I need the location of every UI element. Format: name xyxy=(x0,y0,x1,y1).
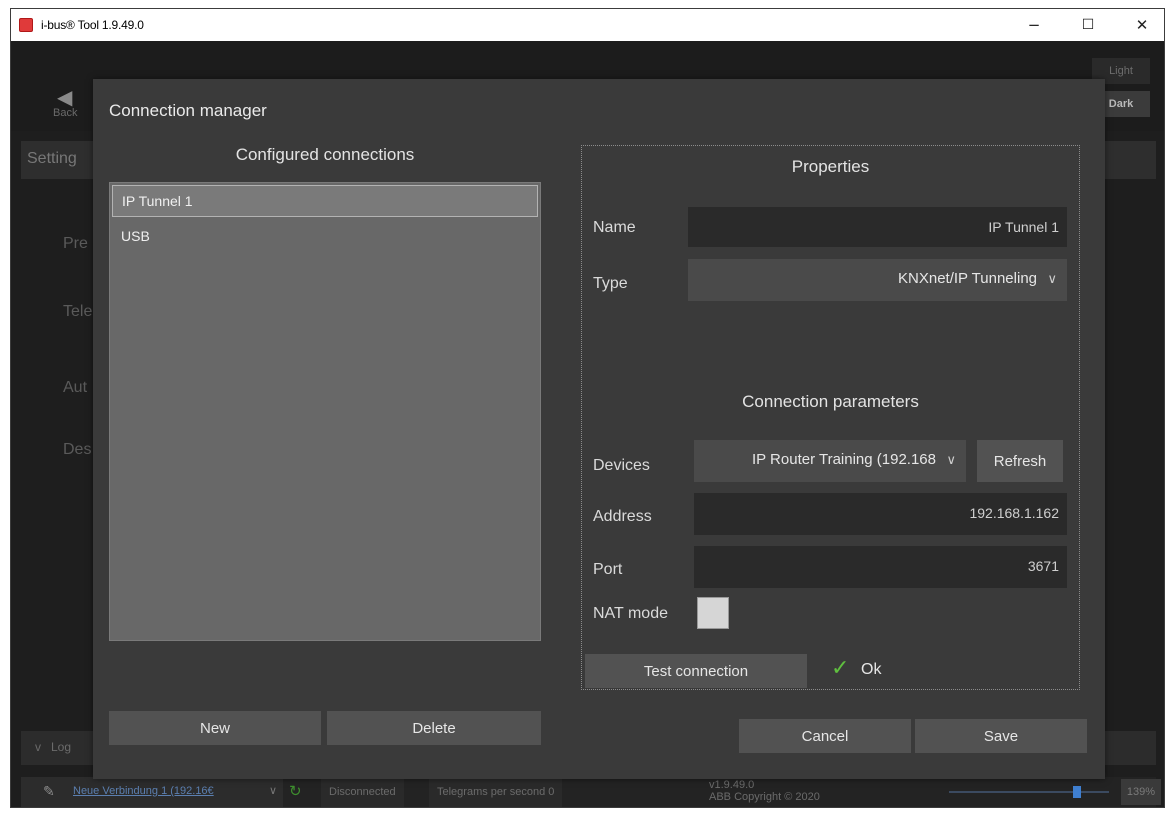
test-result-text: Ok xyxy=(861,661,882,678)
zoom-level: 139% xyxy=(1121,779,1161,805)
close-window-button[interactable]: ✕ xyxy=(1119,9,1164,41)
test-connection-button[interactable]: Test connection xyxy=(585,654,807,688)
copyright-text: ABB Copyright © 2020 xyxy=(709,791,820,803)
properties-heading: Properties xyxy=(791,157,870,176)
connection-item-ip-tunnel-1[interactable]: IP Tunnel 1 xyxy=(112,185,538,217)
refresh-devices-button[interactable]: Refresh xyxy=(977,440,1063,482)
side-item-4[interactable]: Des xyxy=(63,441,91,459)
minimize-button[interactable]: − xyxy=(1011,9,1057,41)
nat-mode-checkbox[interactable] xyxy=(697,597,729,629)
checkmark-icon: ✓ xyxy=(831,655,850,680)
devices-label: Devices xyxy=(593,457,650,474)
status-bar: ✎ Neue Verbindung 1 (192.16€ ∨ ↻ Disconn… xyxy=(21,777,1161,807)
nat-mode-label: NAT mode xyxy=(593,605,668,622)
connection-parameters-heading: Connection parameters xyxy=(742,392,919,411)
side-item-1[interactable]: Pre xyxy=(63,235,88,253)
side-item-2[interactable]: Tele xyxy=(63,303,92,321)
type-select[interactable]: KNXnet/IP Tunneling ∨ xyxy=(688,259,1067,301)
address-label: Address xyxy=(593,508,652,525)
chevron-down-icon[interactable]: ∨ xyxy=(269,784,277,797)
cancel-button[interactable]: Cancel xyxy=(739,719,911,753)
zoom-slider-thumb[interactable] xyxy=(1073,786,1081,798)
new-connection-button[interactable]: New xyxy=(109,711,321,745)
maximize-button[interactable]: ☐ xyxy=(1065,9,1111,41)
connection-item-usb[interactable]: USB xyxy=(112,221,538,253)
version-info: v1.9.49.0 ABB Copyright © 2020 xyxy=(709,779,820,803)
delete-connection-button[interactable]: Delete xyxy=(327,711,541,745)
address-field[interactable]: 192.168.1.162 xyxy=(694,493,1067,535)
log-label: v Log xyxy=(35,740,72,754)
side-item-3[interactable]: Aut xyxy=(63,379,87,397)
connection-manager-dialog: Connection manager Configured connection… xyxy=(93,79,1105,779)
chevron-down-icon: ∨ xyxy=(1047,271,1057,286)
window-title: i-bus® Tool 1.9.49.0 xyxy=(41,18,144,32)
port-label: Port xyxy=(593,561,623,578)
dialog-title: Connection manager xyxy=(109,101,267,120)
save-button[interactable]: Save xyxy=(915,719,1087,753)
connection-name-link[interactable]: Neue Verbindung 1 (192.16€ xyxy=(73,785,214,797)
zoom-slider[interactable] xyxy=(949,791,1109,793)
devices-select-value: IP Router Training (192.168 xyxy=(751,451,936,468)
port-field[interactable]: 3671 xyxy=(694,546,1067,588)
edit-pencil-icon[interactable]: ✎ xyxy=(43,783,55,800)
type-label: Type xyxy=(593,275,628,292)
devices-select[interactable]: IP Router Training (192.168 ∨ xyxy=(694,440,966,482)
connection-selector[interactable]: ✎ Neue Verbindung 1 (192.16€ ∨ xyxy=(21,777,283,807)
configured-connections-heading: Configured connections xyxy=(235,145,415,164)
app-window: i-bus® Tool 1.9.49.0 − ☐ ✕ ◀ Back ⌂ ? Li… xyxy=(10,8,1165,808)
version-text: v1.9.49.0 xyxy=(709,779,755,791)
telegram-rate: Telegrams per second 0 xyxy=(429,777,563,807)
app-logo-icon xyxy=(19,18,33,32)
back-label: Back xyxy=(53,107,78,119)
connections-list: IP Tunnel 1 USB xyxy=(109,182,541,641)
settings-title: Setting xyxy=(27,150,77,167)
name-label: Name xyxy=(593,219,636,236)
chevron-down-icon: ∨ xyxy=(946,452,956,467)
name-field[interactable]: IP Tunnel 1 xyxy=(688,207,1067,247)
connection-state: Disconnected xyxy=(321,777,404,807)
type-select-value: KNXnet/IP Tunneling xyxy=(898,270,1037,287)
sync-icon[interactable]: ↻ xyxy=(289,782,302,800)
title-bar: i-bus® Tool 1.9.49.0 − ☐ ✕ xyxy=(11,9,1164,41)
